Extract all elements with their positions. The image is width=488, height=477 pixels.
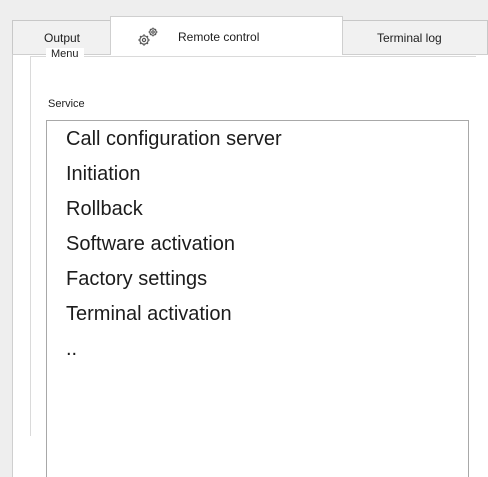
service-label: Service [48,98,85,110]
service-item-terminal-activation[interactable]: Terminal activation [47,297,468,332]
tab-output-label: Output [43,30,81,45]
service-item-rollback[interactable]: Rollback [47,192,468,227]
gears-icon [135,24,161,50]
menu-group-title: Menu [46,48,84,60]
app-window: Output Terminal log Remote control Menu … [0,0,488,477]
tab-remote-control-label: Remote control [178,30,260,44]
service-item-initiation[interactable]: Initiation [47,157,468,192]
tab-remote-control[interactable]: Remote control [110,16,343,55]
service-item-software-activation[interactable]: Software activation [47,227,468,262]
tab-strip: Output Terminal log Remote control [0,0,488,55]
service-item-parent[interactable]: .. [47,332,468,367]
tab-terminal-log[interactable]: Terminal log [342,20,488,54]
service-listbox[interactable]: Call configuration server Initiation Rol… [46,120,469,477]
service-item-factory-settings[interactable]: Factory settings [47,262,468,297]
tab-terminal-log-label: Terminal log [377,30,442,45]
service-item-call-configuration-server[interactable]: Call configuration server [47,122,468,157]
